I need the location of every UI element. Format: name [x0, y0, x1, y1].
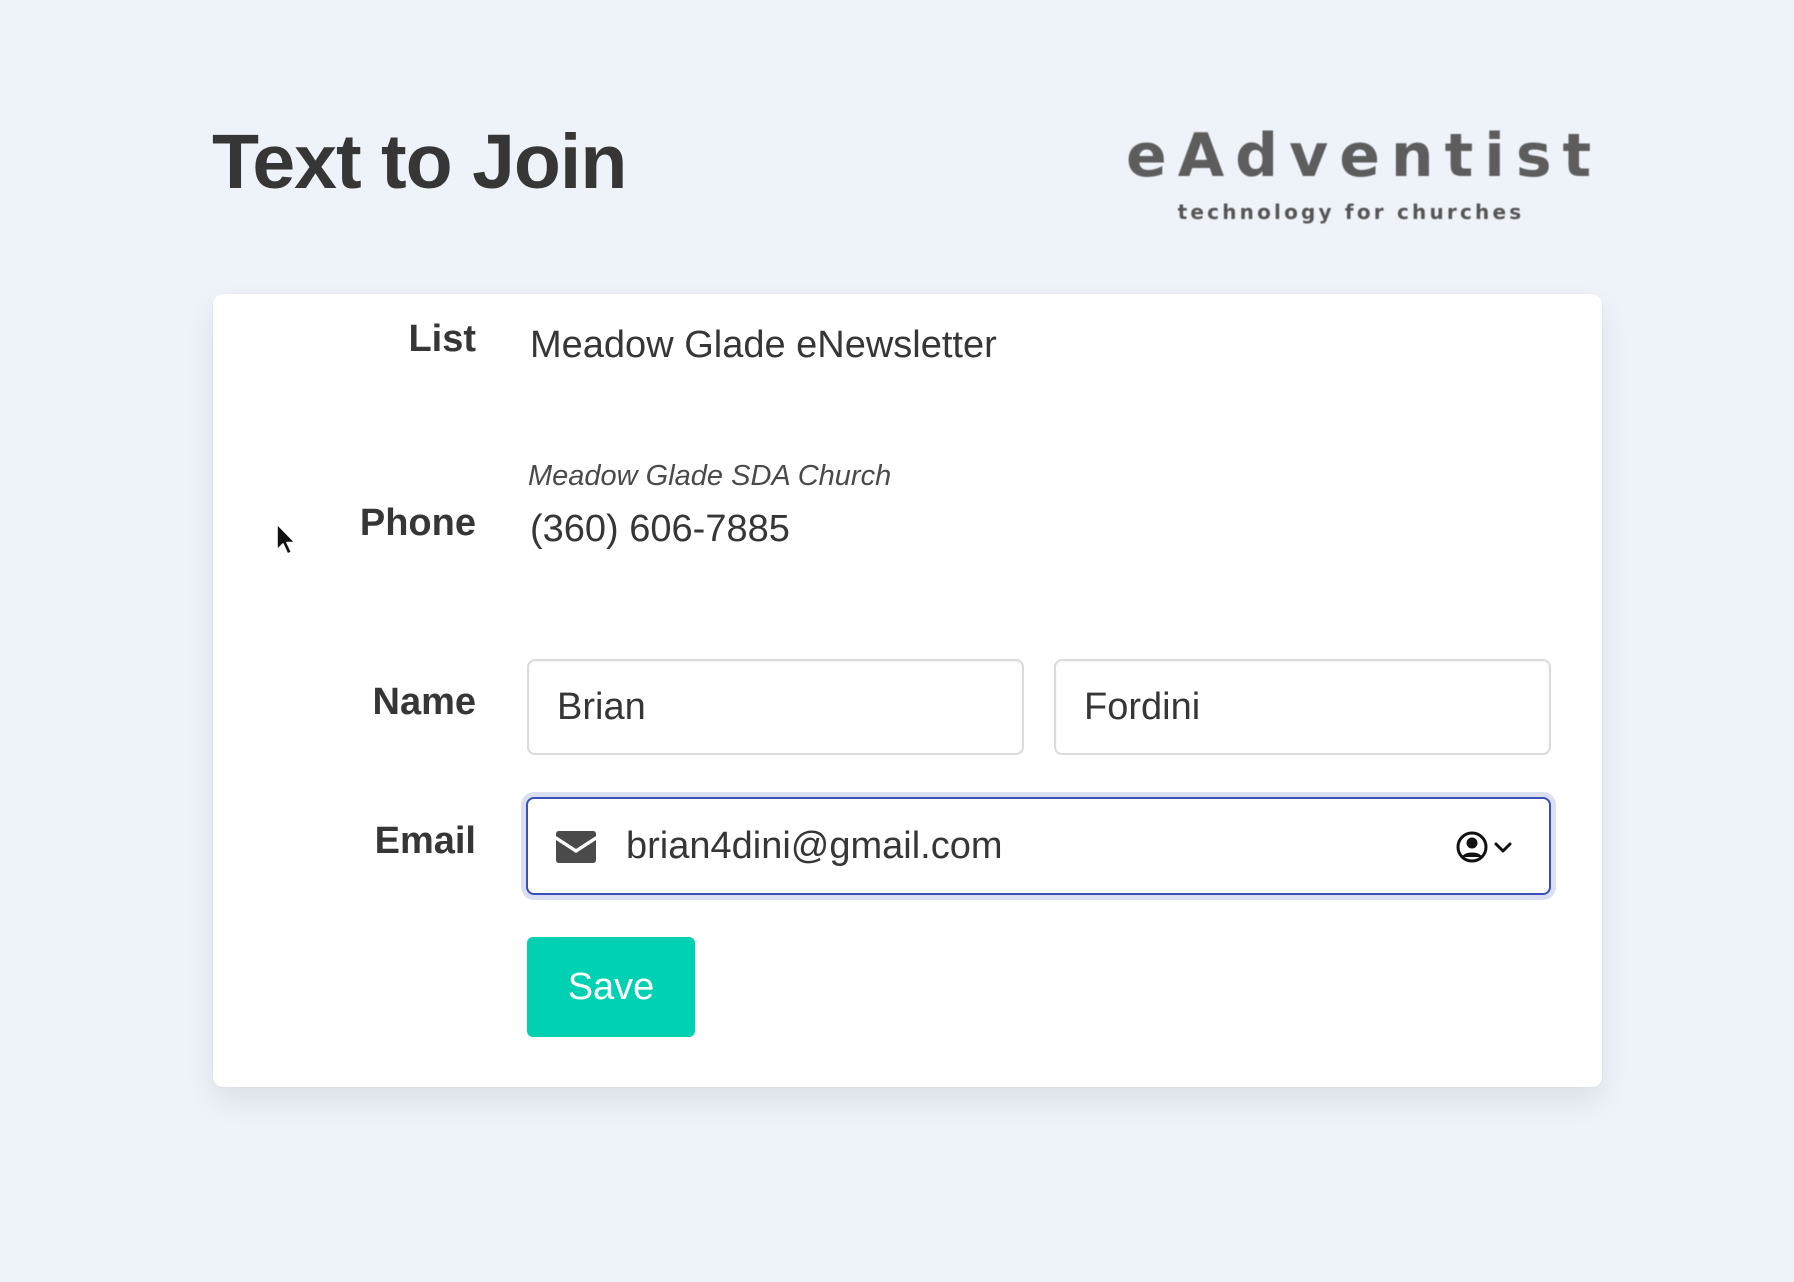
name-label: Name [372, 681, 477, 723]
logo-tagline: technology for churches [1177, 200, 1525, 224]
mouse-pointer-icon [276, 523, 296, 555]
email-field[interactable] [526, 797, 1551, 895]
person-circle-icon[interactable] [1455, 829, 1515, 865]
email-input[interactable] [626, 799, 1406, 893]
signup-form-card: List Meadow Glade eNewsletter Meadow Gla… [213, 294, 1602, 1087]
list-name: Meadow Glade eNewsletter [530, 324, 997, 366]
eadventist-logo: eAdventist technology for churches [1126, 121, 1603, 224]
logo-wordmark: eAdventist [1126, 121, 1603, 191]
save-button[interactable]: Save [527, 937, 695, 1037]
envelope-icon [556, 831, 596, 863]
first-name-input[interactable] [527, 659, 1024, 755]
list-organization: Meadow Glade SDA Church [528, 460, 892, 492]
phone-value: (360) 606-7885 [530, 508, 790, 550]
last-name-input[interactable] [1054, 659, 1551, 755]
phone-label: Phone [359, 502, 476, 544]
email-label: Email [374, 820, 476, 862]
page-title: Text to Join [212, 119, 627, 205]
list-label: List [408, 318, 476, 360]
